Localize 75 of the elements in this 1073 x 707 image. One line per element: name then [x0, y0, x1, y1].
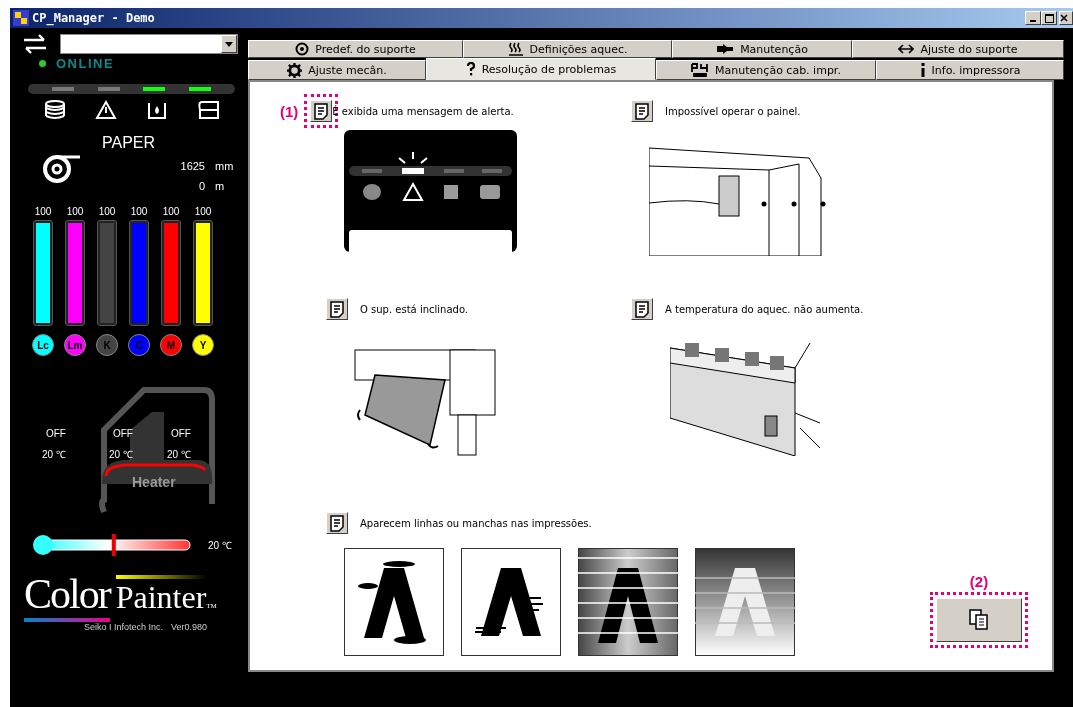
version-text: Ver0.980 [171, 622, 208, 632]
help-document-button[interactable] [310, 100, 333, 122]
print-head-icon [691, 63, 710, 77]
ink-level-value: 100 [66, 206, 84, 217]
close-button[interactable] [1059, 11, 1073, 25]
double-arrow-icon [898, 44, 915, 54]
tab[interactable]: Manutenção cab. impr. [656, 60, 876, 80]
window-title: CP_Manager - Demo [32, 11, 155, 25]
ink-level-value: 100 [98, 206, 116, 217]
help-document-button[interactable] [631, 298, 653, 320]
topic-title: O sup. está inclinado. [360, 303, 468, 315]
media-name: PAPER [102, 134, 157, 152]
ink-tank-icon [145, 100, 168, 120]
ink-level-value: 100 [34, 206, 52, 217]
topic-title: Impossível operar o painel. [665, 105, 801, 117]
logo-text: Painter [115, 575, 207, 616]
heater-state: OFF [170, 428, 191, 439]
copy-icon [969, 609, 989, 631]
help-document-button[interactable] [326, 512, 348, 534]
heater-temperature: 20 ℃ [109, 448, 133, 461]
tab[interactable]: Definições aquec. [463, 40, 672, 58]
heater-temperature: 20 ℃ [42, 448, 66, 461]
status-dot [39, 60, 46, 67]
tab[interactable]: Ajuste do suporte [852, 40, 1064, 58]
ink-label: K [96, 334, 118, 356]
logo-text: Color [24, 570, 110, 622]
media-width: 1625 [180, 160, 205, 172]
gear-icon [287, 62, 303, 78]
heater-state: OFF [45, 428, 66, 439]
company-name: Seiko I Infotech Inc. [84, 622, 164, 632]
ink-label: Lm [64, 334, 86, 356]
heat-waves-icon [507, 42, 524, 56]
paper-roll-icon [42, 152, 82, 184]
temperature-reading: 20 ℃ [208, 539, 232, 552]
tab[interactable]: Resolução de problemas [426, 58, 656, 80]
ink-label: C [128, 334, 150, 356]
callout-label: (2) [969, 573, 989, 590]
app-icon [13, 10, 29, 26]
ink-level-value: 100 [194, 206, 212, 217]
tab[interactable]: Ajuste mecân. [248, 60, 426, 80]
media-length-unit: m [215, 180, 226, 192]
printer-dropdown[interactable] [60, 34, 238, 54]
callout-label: (1) [280, 102, 299, 120]
ink-level-value: 100 [130, 206, 148, 217]
copy-button[interactable] [936, 598, 1022, 642]
maximize-icon [1044, 13, 1054, 23]
ink-label: M [160, 334, 182, 356]
warning-icon [95, 100, 118, 120]
status-text: ONLINE [56, 56, 115, 71]
heater-temperature: 20 ℃ [167, 448, 191, 461]
tab[interactable]: Info. impressora [876, 60, 1064, 80]
close-icon [1060, 14, 1068, 22]
topic-title: Aparecem linhas ou manchas nas impressões. [360, 517, 592, 529]
topic-title: A temperatura do aquec. não aumenta. [665, 303, 864, 315]
media-stack-icon [44, 100, 67, 120]
info-icon [919, 63, 926, 77]
connection-icon[interactable] [22, 34, 48, 54]
printer-icon [196, 100, 221, 120]
tab[interactable]: Manutenção [672, 40, 852, 58]
topic-title: É exibida uma mensagem de alerta. [332, 105, 514, 117]
question-icon [465, 62, 476, 76]
ink-label: Lc [32, 334, 54, 356]
minimize-button[interactable] [1025, 11, 1041, 25]
ink-level-value: 100 [162, 206, 180, 217]
heater-label: Heater [132, 474, 176, 490]
dropdown-arrow-icon [225, 41, 233, 47]
media-width-unit: mm [215, 160, 235, 172]
maximize-button[interactable] [1041, 11, 1057, 25]
ink-label: Y [192, 334, 214, 356]
media-length: 0 [198, 180, 205, 192]
help-document-button[interactable] [326, 298, 348, 320]
help-document-button[interactable] [631, 100, 653, 122]
heater-state: OFF [112, 428, 133, 439]
target-icon [295, 42, 310, 56]
tab[interactable]: Predef. do suporte [248, 40, 463, 58]
